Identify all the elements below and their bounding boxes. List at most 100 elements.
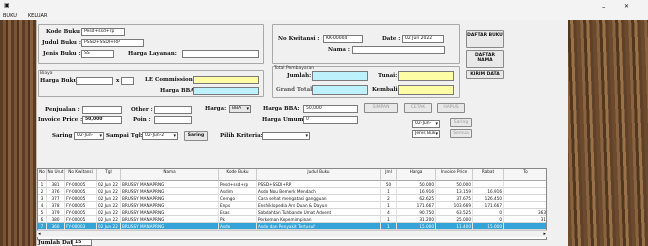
table-cell — [473, 181, 504, 188]
table-cell: 02 Jun 22 — [97, 181, 121, 188]
horizontal-scrollbar[interactable]: ◂ ▸ — [37, 230, 547, 237]
table-cell: 02 Jun 22 — [97, 216, 121, 223]
kirim-data-button[interactable]: KIRIM DATA — [466, 70, 504, 79]
table-row[interactable]: 2 376 FY-00005 02 Jun 22 BRUSSY MANAPRNG Asdi… — [38, 188, 546, 195]
table-cell: 3 — [38, 195, 47, 202]
tunai-input[interactable] — [398, 71, 454, 81]
jumlah-data-input[interactable]: 15 — [72, 239, 92, 246]
to-date-select[interactable]: 02-Jun-2 — [142, 132, 178, 140]
table-cell: 31.200 — [397, 216, 436, 223]
poin-input[interactable] — [154, 116, 192, 124]
table-cell: 6 — [38, 216, 47, 223]
table-cell: Asdim — [219, 188, 257, 195]
simpan-button[interactable]: SIMPAN — [364, 103, 398, 113]
penjualan-input[interactable] — [82, 106, 122, 114]
harga-bba-input-top[interactable] — [193, 87, 259, 95]
table-cell: 15.000 — [473, 223, 504, 230]
column-header[interactable]: No — [38, 169, 47, 181]
close-button[interactable]: ✕ — [624, 3, 629, 10]
times-sign: x — [116, 78, 120, 84]
column-header[interactable]: Judul Buku — [257, 169, 381, 181]
table-cell: 379 — [47, 209, 65, 216]
no-kwitansi-input[interactable]: KK-00004 — [323, 35, 363, 43]
table-cell: 15.000 — [397, 223, 436, 230]
harga-select[interactable]: BBA — [229, 105, 251, 113]
table-cell: 50.000 — [397, 181, 436, 188]
qty-input[interactable] — [121, 77, 134, 85]
hapus-button[interactable]: HAPUS — [437, 103, 465, 113]
table-cell: 2 — [381, 195, 397, 202]
table-cell: 37.675 — [436, 195, 473, 202]
column-header[interactable]: No Kwitansi — [65, 169, 97, 181]
grand-total-label: Grand Total: — [276, 87, 315, 93]
table-row[interactable]: 6 380 FY-00005 02 Jun 22 BRUSSY MANAPRNG Pk Pe… — [38, 216, 546, 223]
grand-total-input[interactable] — [312, 85, 368, 95]
column-header[interactable]: Kode Buku — [219, 169, 257, 181]
table-cell: 378 — [47, 202, 65, 209]
harga-umum-input[interactable]: 0 — [303, 116, 358, 124]
judul-buku-input[interactable]: PSSD+SSDI+RP — [81, 39, 144, 47]
no-kwitansi-label: No Kwitansi : — [278, 36, 320, 42]
table-cell: Pk — [219, 216, 257, 223]
column-header[interactable]: Rabat — [473, 169, 504, 181]
table-cell: Asdo Nou Bemerk Mendach — [257, 188, 381, 195]
table-cell: 90.750 — [397, 209, 436, 216]
harga-layanan-input[interactable] — [182, 50, 259, 58]
table-cell: Asdo dan Penyakit Tertusuf — [257, 223, 381, 230]
table-row[interactable]: 1 381 FY-00005 02 Jun 22 BRUSSY MANAPRNG Pesd… — [38, 181, 546, 188]
table-row[interactable]: 4 378 FY-00005 02 Jun 22 BRUSSY MANAPRNG Enps… — [38, 202, 546, 209]
saring-button[interactable]: Saring — [184, 131, 208, 141]
harga-bba-input[interactable]: 50,000 — [303, 105, 358, 113]
table-cell: BRUSSY MANAPRNG — [121, 216, 219, 223]
saring-right-button[interactable]: Saring — [450, 118, 472, 127]
table-row[interactable]: 7 360 FY-00003 02 Jun 22 BRUSSY MANAPRNG Asdo… — [38, 223, 546, 230]
other-input[interactable] — [154, 106, 192, 114]
le-commission-label: LE Commissione : — [145, 77, 201, 83]
daftar-nama-button[interactable]: DAFTAR NAMA — [466, 50, 504, 68]
table-cell: BRUSSY MANAPRNG — [121, 202, 219, 209]
semua-button[interactable]: Semua — [450, 129, 472, 138]
harga-buku-input[interactable] — [76, 77, 113, 85]
table-cell: FY-00005 — [65, 216, 97, 223]
column-header[interactable]: Jml — [381, 169, 397, 181]
jenis-buku-select[interactable]: Jenis Buk — [412, 130, 440, 138]
minimize-button[interactable]: – — [602, 3, 606, 11]
table-row[interactable]: 5 379 FY-00005 02 Jun 22 BRUSSY MANAPRNG Esas… — [38, 209, 546, 216]
cetak-button[interactable]: CETAK — [404, 103, 432, 113]
pilih-kriteria-label: Pilih Kriteria: — [220, 133, 263, 139]
daftar-buku-button[interactable]: DAFTAR BUKU — [466, 30, 504, 48]
jumlah-input[interactable] — [312, 71, 368, 81]
scroll-left-icon[interactable]: ◂ — [38, 231, 41, 237]
kode-buku-input[interactable]: Pesd+ssd+rp — [81, 28, 125, 36]
other-label: Other : — [131, 107, 153, 113]
table-cell: 1 — [38, 181, 47, 188]
invoice-price-label: Invoice Price : — [38, 117, 83, 123]
column-header[interactable]: Harga — [397, 169, 436, 181]
table-cell: BRUSSY MANAPRNG — [121, 181, 219, 188]
table-cell: FY-00005 — [65, 195, 97, 202]
table-row[interactable]: 3 377 FY-00005 02 Jun 22 BRUSSY MANAPRNG Cern… — [38, 195, 546, 202]
menu-buku[interactable]: BUKU — [3, 13, 17, 19]
scroll-right-icon[interactable]: ▸ — [543, 231, 546, 237]
column-header[interactable]: No Urut — [47, 169, 65, 181]
table-cell: BRUSSY MANAPRNG — [121, 209, 219, 216]
harga-layanan-label: Harga Layanan: — [128, 51, 177, 57]
kembali-input[interactable] — [398, 85, 454, 95]
kembali-label: Kembali: — [372, 87, 400, 93]
table-cell: 31 — [504, 216, 546, 223]
right-date-select[interactable]: 02-Jun- — [412, 120, 440, 128]
jenis-buku-input[interactable]: SS — [81, 50, 114, 58]
le-commission-input[interactable] — [193, 76, 259, 84]
column-header[interactable]: Nama — [121, 169, 219, 181]
invoice-price-input[interactable]: 50,000 — [82, 116, 122, 124]
table-cell: 5 — [38, 209, 47, 216]
column-header[interactable]: To — [504, 169, 546, 181]
harga-select-label: Harga: — [205, 106, 227, 112]
menu-keluar[interactable]: KELUAR — [28, 13, 48, 19]
nama-input[interactable] — [352, 46, 445, 54]
kriteria-select[interactable] — [262, 132, 310, 140]
column-header[interactable]: Invoice Price — [436, 169, 473, 181]
from-date-select[interactable]: 02-Jun- — [74, 132, 104, 140]
date-input[interactable]: 02 Jun 2022 — [402, 35, 444, 43]
column-header[interactable]: Tgl — [97, 169, 121, 181]
